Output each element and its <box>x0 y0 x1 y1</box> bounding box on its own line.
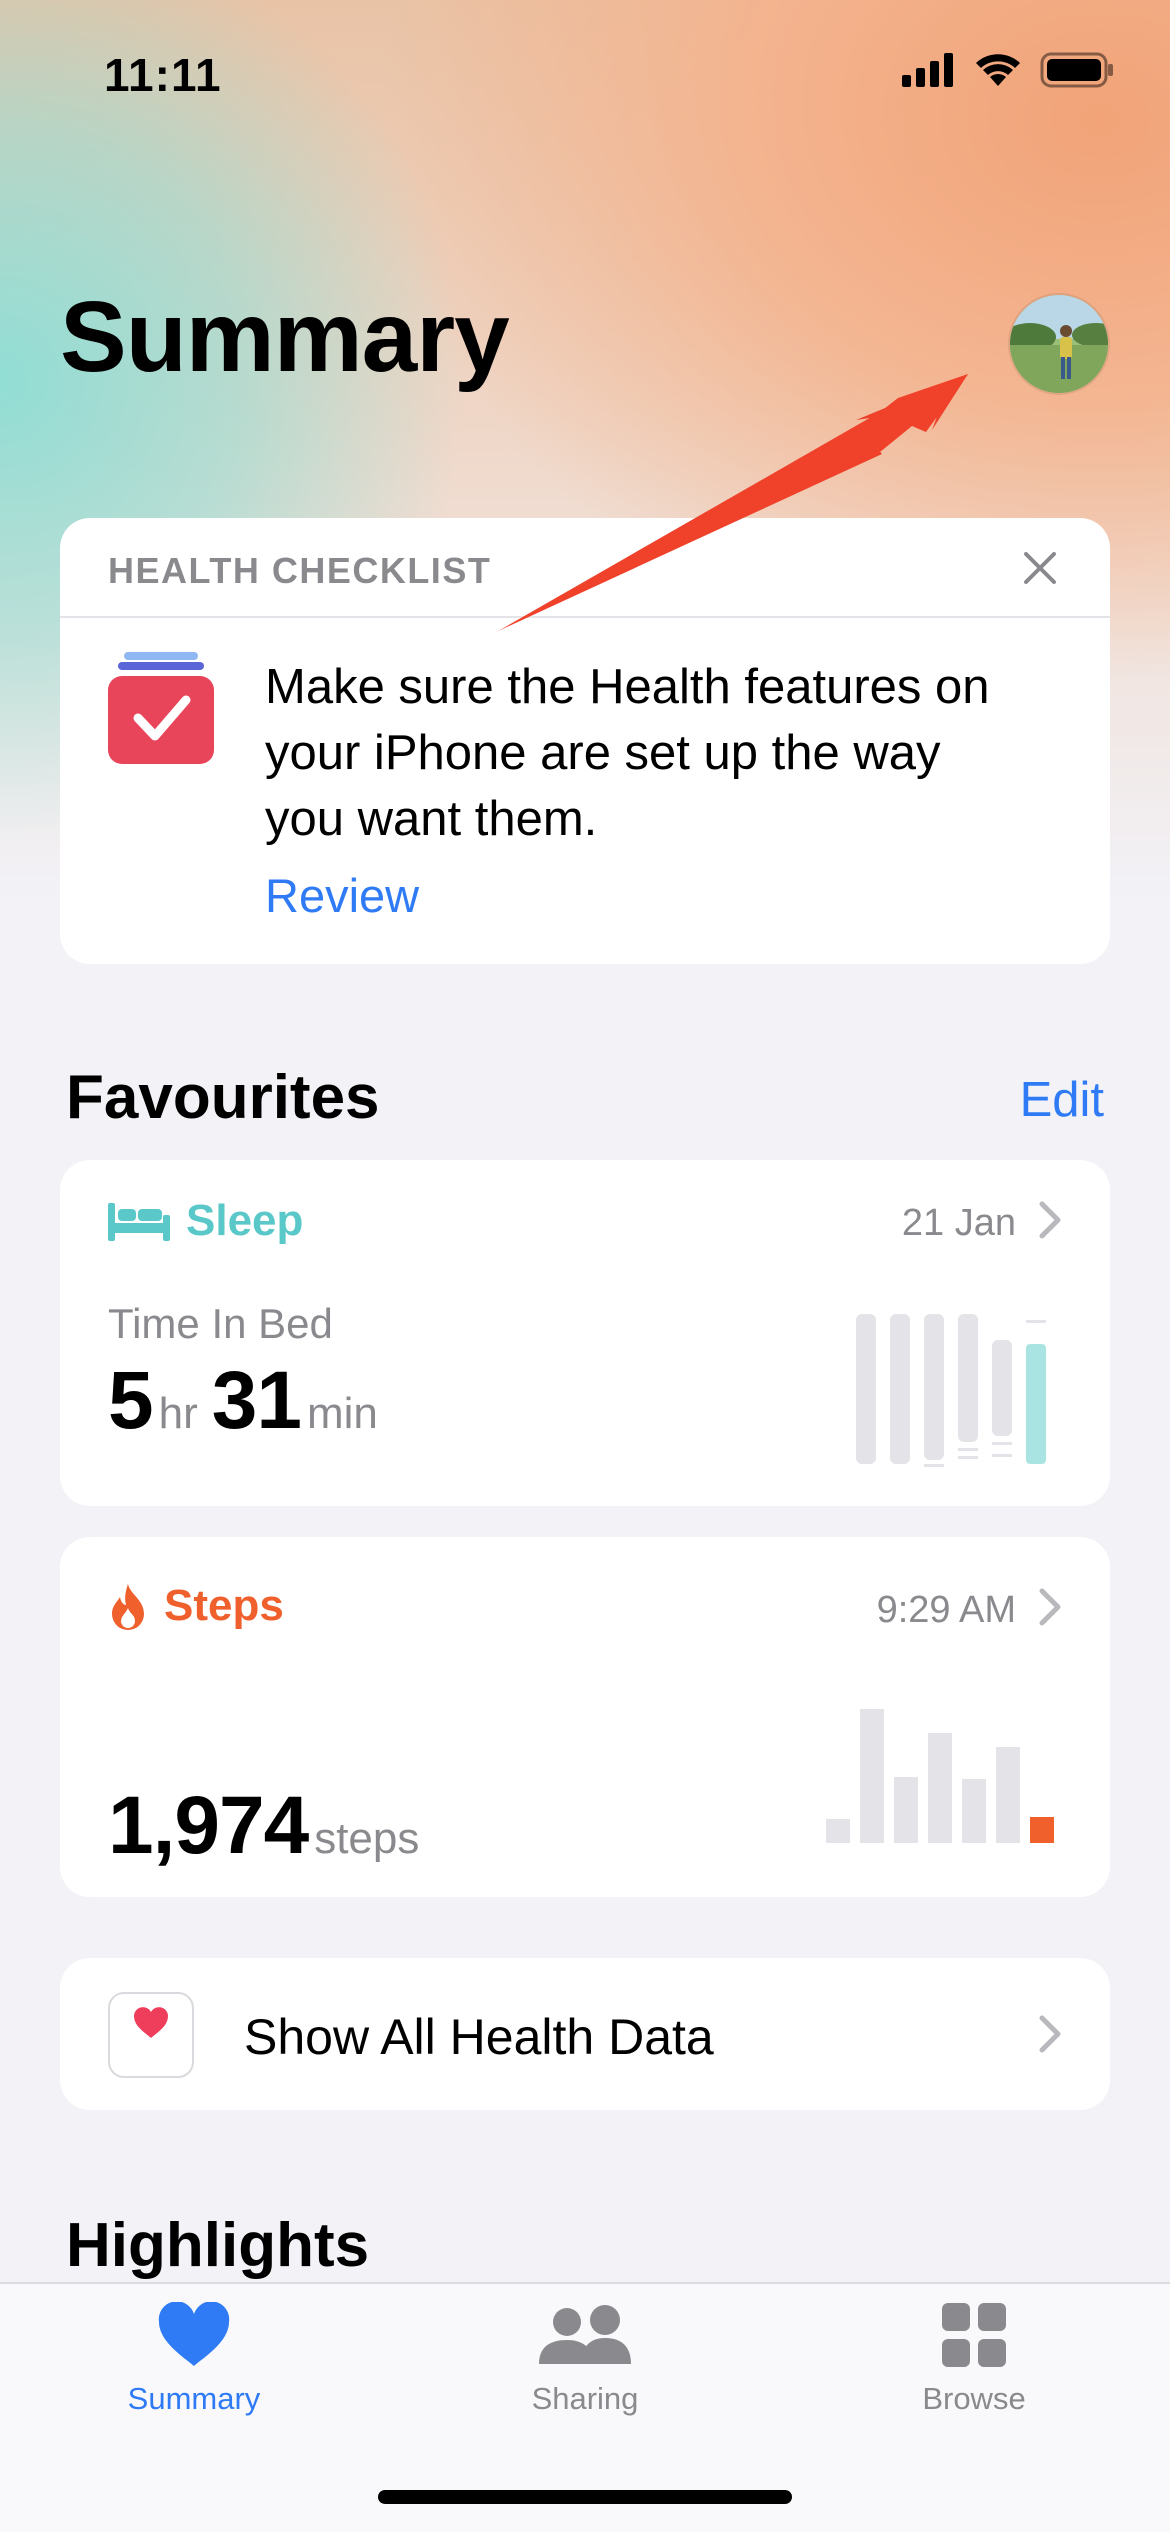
home-indicator <box>378 2490 792 2504</box>
show-all-health-data-row[interactable]: Show All Health Data <box>60 1958 1110 2110</box>
checklist-message-line: Make sure the Health features on <box>265 660 990 714</box>
steps-count: 1,974 <box>108 1780 309 1871</box>
profile-avatar[interactable] <box>1008 293 1110 395</box>
steps-label: Steps <box>164 1581 284 1630</box>
steps-card-title: Steps <box>108 1581 284 1631</box>
sleep-card[interactable]: Sleep 21 Jan Time In Bed 5 hr 31 min <box>60 1160 1110 1506</box>
sleep-label: Sleep <box>186 1196 304 1245</box>
health-checklist-card[interactable]: HEALTH CHECKLIST Make sure the Health fe… <box>60 518 1110 964</box>
edit-favourites-button[interactable]: Edit <box>1020 1072 1104 1128</box>
status-time: 11:11 <box>104 49 222 101</box>
health-app-tile <box>108 1992 194 2078</box>
flame-icon <box>112 1584 144 1630</box>
steps-card[interactable]: Steps 9:29 AM 1,974 steps <box>60 1537 1110 1897</box>
review-link[interactable]: Review <box>265 868 419 923</box>
chevron-right-icon <box>1039 1201 1061 1239</box>
steps-mini-chart <box>826 1709 1054 1843</box>
steps-value: 1,974 steps <box>108 1779 433 1873</box>
sleep-bar <box>992 1454 1012 1457</box>
favourites-heading: Favourites <box>66 1063 380 1132</box>
tab-sharing[interactable]: Sharing <box>465 2302 705 2417</box>
checklist-title: HEALTH CHECKLIST <box>108 550 492 591</box>
sleep-card-title: Sleep <box>108 1196 303 1246</box>
checklist-icon <box>108 652 214 764</box>
sleep-hours: 5 <box>108 1355 154 1446</box>
tab-browse[interactable]: Browse <box>854 2302 1094 2417</box>
highlights-heading: Highlights <box>66 2211 370 2280</box>
checklist-message-line: your iPhone are set up the way <box>265 726 941 780</box>
tab-summary-label: Summary <box>127 2381 261 2416</box>
show-all-health-data-label: Show All Health Data <box>244 2009 714 2065</box>
sleep-bar <box>958 1314 978 1442</box>
people-icon <box>539 2305 631 2364</box>
page-title: Summary <box>60 281 510 393</box>
status-bar: 11:11 <box>0 0 1170 140</box>
tab-summary[interactable]: Summary <box>74 2301 314 2417</box>
battery-icon <box>1040 52 1113 88</box>
checklist-header: HEALTH CHECKLIST <box>60 518 1110 618</box>
sleep-bar-today <box>1026 1344 1046 1464</box>
steps-unit: steps <box>314 1814 420 1863</box>
checklist-message: Make sure the Health features on your iP… <box>265 654 1075 852</box>
steps-time: 9:29 AM <box>876 1589 1016 1631</box>
status-icons <box>902 52 1114 88</box>
time-in-bed-value: 5 hr 31 min <box>108 1354 392 1448</box>
chevron-right-icon <box>1039 1588 1061 1626</box>
sleep-mini-chart <box>856 1314 1046 1467</box>
bed-icon <box>108 1203 170 1241</box>
sleep-bar <box>958 1456 978 1459</box>
wifi-icon <box>976 54 1020 86</box>
sleep-date: 21 Jan <box>901 1202 1016 1244</box>
heart-icon <box>158 2301 230 2366</box>
sleep-bar <box>890 1314 910 1464</box>
sleep-bar <box>958 1448 978 1451</box>
sleep-hours-unit: hr <box>158 1389 198 1438</box>
steps-bar <box>928 1733 952 1843</box>
steps-bar <box>826 1819 850 1843</box>
chevron-right-icon <box>1039 2015 1061 2053</box>
grid-icon <box>942 2303 1006 2367</box>
time-in-bed-label: Time In Bed <box>108 1300 333 1347</box>
cellular-signal-icon <box>902 53 953 87</box>
steps-bar <box>996 1747 1020 1843</box>
steps-bar <box>894 1777 918 1843</box>
sleep-bar <box>992 1442 1012 1445</box>
close-icon[interactable] <box>1018 546 1062 590</box>
checklist-message-line: you want them. <box>265 792 598 846</box>
sleep-bar <box>924 1314 944 1460</box>
profile-photo <box>1010 295 1108 393</box>
steps-bar <box>962 1779 986 1843</box>
sleep-bar <box>856 1314 876 1464</box>
steps-bar-today <box>1030 1817 1054 1843</box>
sleep-bar <box>1026 1320 1046 1323</box>
sleep-minutes: 31 <box>211 1355 302 1446</box>
tab-sharing-label: Sharing <box>531 2381 639 2416</box>
heart-icon <box>134 2007 168 2038</box>
tab-browse-label: Browse <box>922 2381 1026 2416</box>
steps-bar <box>860 1709 884 1843</box>
sleep-bar <box>924 1464 944 1467</box>
sleep-bar <box>992 1340 1012 1436</box>
sleep-minutes-unit: min <box>306 1389 378 1438</box>
